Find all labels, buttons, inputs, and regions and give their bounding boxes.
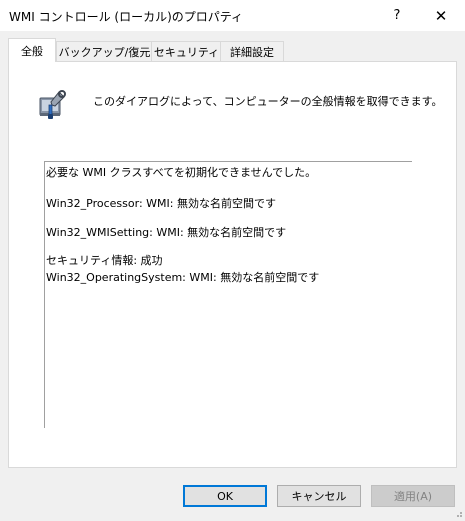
info-line: セキュリティ情報: 成功 [46, 254, 163, 267]
info-line: Win32_Processor: WMI: 無効な名前空間です [46, 197, 276, 210]
apply-button[interactable]: 適用(A) [371, 485, 455, 507]
general-description: このダイアログによって、コンピューターの全般情報を取得できます。 [93, 95, 443, 108]
title-bar[interactable]: WMI コントロール (ローカル)のプロパティ ? ✕ [0, 0, 465, 31]
info-line: Win32_OperatingSystem: WMI: 無効な名前空間です [46, 271, 320, 284]
wmi-control-icon [37, 89, 69, 121]
tab-backup-restore[interactable]: バックアップ/復元 [56, 41, 153, 61]
close-button[interactable]: ✕ [419, 0, 463, 31]
close-icon: ✕ [434, 6, 448, 25]
tab-security[interactable]: セキュリティ [151, 41, 222, 61]
tab-advanced[interactable]: 詳細設定 [220, 41, 284, 61]
ok-button[interactable]: OK [183, 485, 267, 507]
help-button[interactable]: ? [375, 0, 419, 31]
window-title: WMI コントロール (ローカル)のプロパティ [9, 10, 244, 24]
help-icon: ? [393, 8, 401, 23]
info-text-box[interactable]: 必要な WMI クラスすべてを初期化できませんでした。 Win32_Proces… [44, 161, 412, 428]
tab-strip: 全般 バックアップ/復元 セキュリティ 詳細設定 [8, 38, 457, 62]
resize-grip-icon[interactable] [453, 508, 463, 518]
info-line: 必要な WMI クラスすべてを初期化できませんでした。 [46, 166, 317, 179]
cancel-button[interactable]: キャンセル [277, 485, 361, 507]
info-line: Win32_WMISetting: WMI: 無効な名前空間です [46, 226, 287, 239]
tab-general[interactable]: 全般 [8, 38, 56, 62]
properties-dialog: WMI コントロール (ローカル)のプロパティ ? ✕ 全般 バックアップ/復元… [0, 0, 465, 520]
